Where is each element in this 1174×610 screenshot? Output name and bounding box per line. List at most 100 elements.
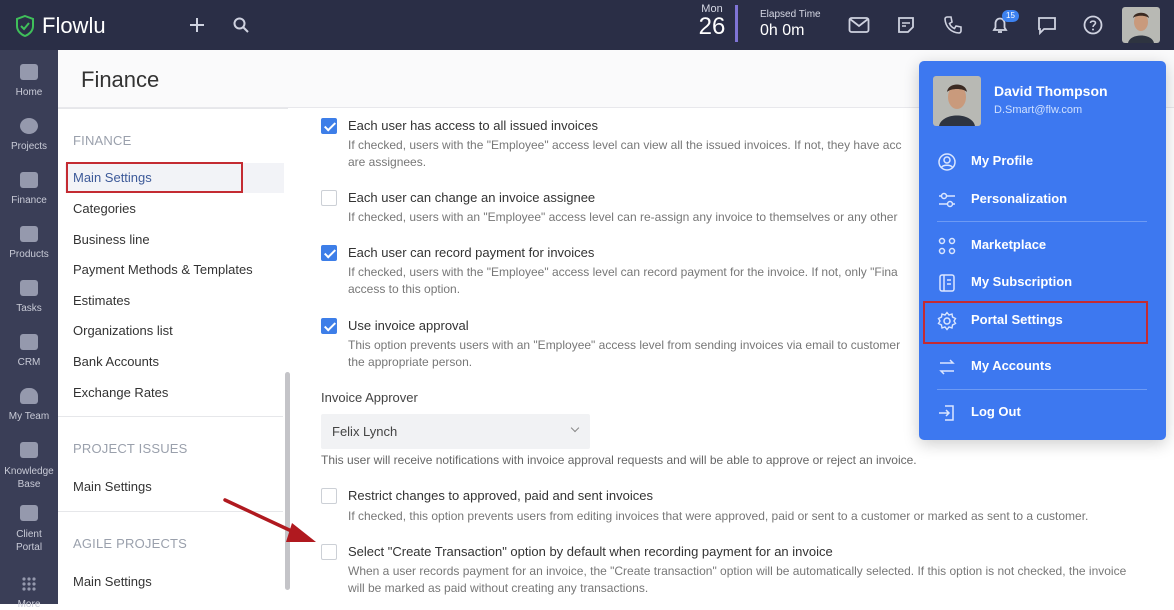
menu-item-estimates[interactable]: Estimates [73,293,130,308]
menu-item-agile-main-settings[interactable]: Main Settings [73,574,152,589]
team-icon [19,388,39,408]
dropdown-user-email: D.Smart@flw.com [994,104,1083,116]
user-dropdown-menu: David Thompson D.Smart@flw.com My Profil… [919,61,1166,440]
nav-label: Products [9,249,49,260]
option-checkbox[interactable] [321,118,337,134]
option-checkbox[interactable] [321,488,337,504]
elapsed-label: Elapsed Time [760,9,821,20]
chevron-down-icon [570,423,580,433]
nav-projects[interactable]: Projects [0,118,58,152]
chat-icon[interactable] [1035,13,1059,37]
notification-badge: 15 [1002,10,1019,22]
option-checkbox[interactable] [321,544,337,560]
nav-crm[interactable]: CRM [0,334,58,368]
highlight-box-main-settings [66,162,243,193]
option-description: If checked, users with the "Employee" ac… [348,265,898,296]
dropdown-item-my-profile[interactable]: My Profile [971,153,1033,168]
more-icon [19,576,39,596]
page-title: Finance [81,67,160,92]
option-title: Restrict changes to approved, paid and s… [348,488,653,503]
option-checkbox[interactable] [321,318,337,334]
menu-item-bank-accounts[interactable]: Bank Accounts [73,354,159,369]
section-title-project-issues: PROJECT ISSUES [73,441,188,456]
nav-label: Home [15,87,43,98]
finance-icon [19,172,39,192]
nav-label: Client Portal [15,529,43,553]
subscription-icon [939,274,955,292]
annotation-arrow-icon [223,498,316,542]
dropdown-item-personalization[interactable]: Personalization [971,191,1067,206]
menu-item-payment-methods[interactable]: Payment Methods & Templates [73,262,253,277]
invoice-approver-value: Felix Lynch [332,424,398,439]
dropdown-item-log-out[interactable]: Log Out [971,404,1021,419]
nav-tasks[interactable]: Tasks [0,280,58,314]
nav-finance[interactable]: Finance [0,172,58,206]
nav-more[interactable]: More [0,576,58,610]
logo[interactable]: Flowlu [14,13,106,39]
left-nav: Home Projects Finance Products Tasks CRM… [0,50,58,610]
side-menu-scrollbar[interactable] [285,372,290,590]
menu-item-categories[interactable]: Categories [73,201,136,216]
search-icon[interactable] [229,13,253,37]
nav-products[interactable]: Products [0,226,58,260]
portal-icon [19,505,39,525]
option-title: Each user can record payment for invoice… [348,245,595,260]
sliders-icon [939,192,955,208]
logo-icon [16,15,34,37]
nav-label: Finance [11,195,47,206]
knowledge-icon [19,442,39,462]
mail-icon[interactable] [847,13,871,37]
phone-icon[interactable] [941,13,965,37]
date-divider [735,5,738,42]
nav-label: Knowledge Base [4,466,54,490]
elapsed-time-widget[interactable]: Elapsed Time 0h 0m [760,9,821,40]
crm-icon [19,334,39,354]
invoice-approver-hint: This user will receive notifications wit… [321,453,917,467]
option-description: When a user records payment for an invoi… [348,564,1127,595]
invoice-approver-label: Invoice Approver [321,390,418,405]
elapsed-value: 0h 0m [760,22,805,39]
profile-icon [938,153,956,171]
projects-icon [19,118,39,138]
help-icon[interactable] [1081,13,1105,37]
menu-item-exchange-rates[interactable]: Exchange Rates [73,385,168,400]
nav-label: CRM [17,357,41,368]
option-description: This option prevents users with an "Empl… [348,338,901,369]
top-bar: Flowlu Mon 26 Elapsed Time 0h 0m 15 [0,0,1174,50]
option-title: Each user has access to all issued invoi… [348,118,599,133]
apps-icon [938,237,956,255]
nav-my-team[interactable]: My Team [0,388,58,422]
dropdown-user-name: David Thompson [994,83,1108,99]
option-description: If checked, this option prevents users f… [348,509,1089,523]
dropdown-item-my-subscription[interactable]: My Subscription [971,274,1072,289]
dropdown-avatar [933,76,981,126]
date-day: 26 [698,13,726,40]
nav-label: More [17,599,41,610]
option-description: If checked, users with the "Employee" ac… [348,138,902,169]
menu-item-business-line[interactable]: Business line [73,232,150,247]
menu-item-project-issues-main-settings[interactable]: Main Settings [73,479,152,494]
dropdown-divider [937,221,1147,222]
nav-home[interactable]: Home [0,64,58,98]
menu-item-organizations-list[interactable]: Organizations list [73,323,173,338]
option-checkbox[interactable] [321,245,337,261]
nav-client-portal[interactable]: Client Portal [0,505,58,554]
section-title-finance: FINANCE [73,133,132,148]
option-title: Use invoice approval [348,318,469,333]
nav-label: My Team [8,411,50,422]
notes-icon[interactable] [894,13,918,37]
home-icon [19,64,39,84]
date-widget[interactable]: Mon 26 [694,3,730,39]
user-avatar[interactable] [1122,7,1160,43]
option-checkbox[interactable] [321,190,337,206]
option-title: Select "Create Transaction" option by de… [348,544,833,559]
logout-icon [939,405,954,421]
nav-knowledge-base[interactable]: Knowledge Base [0,442,58,491]
plus-icon[interactable] [185,13,209,37]
dropdown-item-my-accounts[interactable]: My Accounts [971,358,1051,373]
dropdown-item-marketplace[interactable]: Marketplace [971,237,1046,252]
invoice-approver-select[interactable]: Felix Lynch [321,414,590,449]
option-title: Each user can change an invoice assignee [348,190,596,205]
highlight-box-portal-settings [923,301,1148,344]
tasks-icon [19,280,39,300]
